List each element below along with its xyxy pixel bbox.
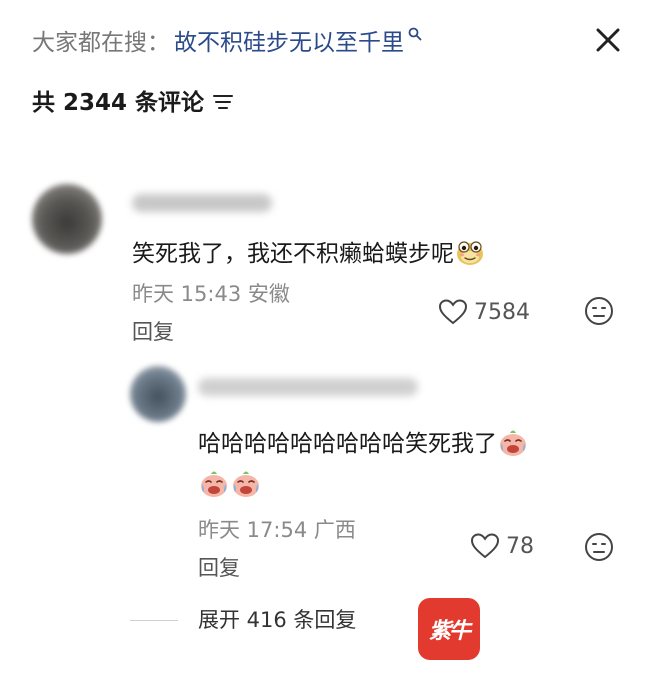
- reply-text: 哈哈哈哈哈哈哈哈哈笑死我了: [198, 431, 497, 457]
- toad-emoji-icon: [454, 237, 486, 273]
- heart-icon: [470, 532, 500, 560]
- like-button[interactable]: 78: [470, 532, 534, 560]
- dislike-face-icon[interactable]: [584, 296, 614, 326]
- username-blurred[interactable]: [198, 378, 418, 396]
- heart-icon: [438, 298, 468, 326]
- search-suggestion-bar[interactable]: 大家都在搜： 故不积硅步无以至千里: [32, 22, 626, 58]
- reply-location: 广西: [313, 518, 356, 542]
- comment-text-row: 笑死我了，我还不积癞蛤蟆步呢: [132, 234, 486, 273]
- avatar[interactable]: [130, 366, 186, 422]
- search-prefix: 大家都在搜：: [32, 30, 170, 56]
- watermark-text: 紫牛: [428, 619, 471, 644]
- reply-button[interactable]: 回复: [132, 316, 174, 346]
- expand-replies-button[interactable]: 展开 416 条回复: [198, 604, 356, 634]
- reply-time: 昨天 17:54: [198, 518, 308, 542]
- comment-text: 笑死我了，我还不积癞蛤蟆步呢: [132, 241, 454, 267]
- crying-laughing-emoji-icon: [497, 427, 529, 463]
- search-icon: [408, 26, 422, 41]
- close-icon[interactable]: [590, 22, 626, 58]
- sort-icon[interactable]: [212, 91, 234, 109]
- comment-location: 安徽: [247, 282, 290, 306]
- comment-meta: 昨天 15:43 安徽: [132, 278, 290, 308]
- comment-time: 昨天 15:43: [132, 282, 242, 306]
- like-count: 7584: [474, 299, 530, 325]
- crying-laughing-emoji-icon: [230, 468, 262, 504]
- reply-button[interactable]: 回复: [198, 552, 240, 582]
- like-button[interactable]: 7584: [438, 298, 530, 326]
- search-term-link[interactable]: 故不积硅步无以至千里: [174, 23, 404, 57]
- like-count: 78: [506, 533, 534, 559]
- comment-count-label: 共 2344 条评论: [32, 90, 205, 116]
- comment-count-header: 共 2344 条评论: [32, 84, 234, 116]
- watermark-logo: 紫牛: [418, 598, 480, 660]
- avatar[interactable]: [32, 184, 102, 254]
- dislike-face-icon[interactable]: [584, 532, 614, 562]
- username-blurred[interactable]: [132, 194, 272, 212]
- expand-divider: [130, 620, 178, 621]
- reply-meta: 昨天 17:54 广西: [198, 514, 356, 544]
- reply-emoji-row: [198, 468, 262, 504]
- reply-text-row: 哈哈哈哈哈哈哈哈哈笑死我了: [198, 424, 529, 463]
- crying-laughing-emoji-icon: [198, 468, 230, 504]
